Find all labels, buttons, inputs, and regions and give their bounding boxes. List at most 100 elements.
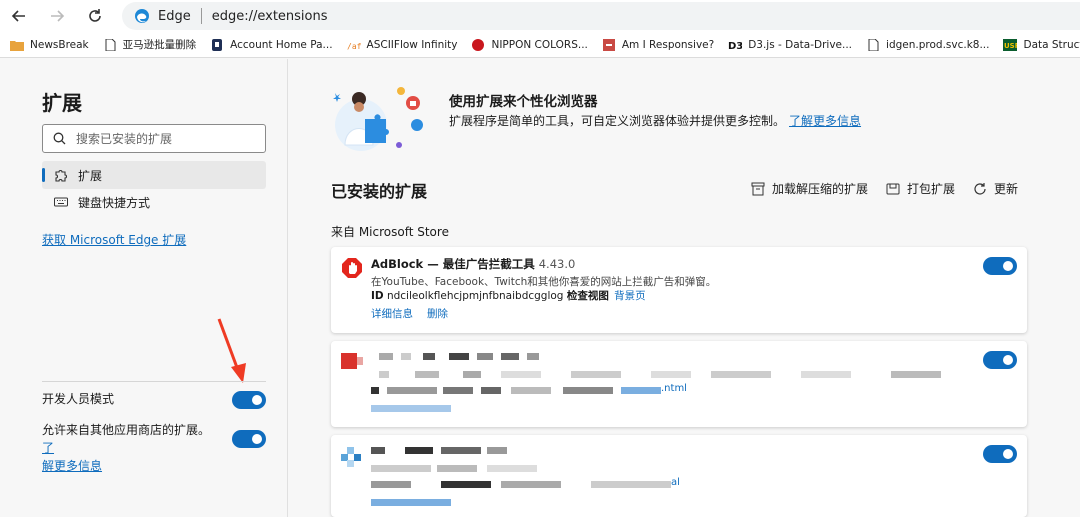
blurred-fragment: .ntml: [661, 383, 687, 394]
app-name: Edge: [158, 8, 191, 24]
sidebar-item-extensions[interactable]: 扩展: [42, 161, 266, 189]
personalize-illustration-icon: [333, 87, 423, 151]
extension-actions: 加载解压缩的扩展 打包扩展 更新: [733, 180, 1018, 197]
svg-text:/af\: /af\: [347, 42, 361, 51]
back-button[interactable]: [0, 0, 38, 32]
blurred-links: [371, 499, 451, 506]
url-text: edge://extensions: [211, 8, 328, 24]
extension-toggle[interactable]: [983, 445, 1017, 463]
sidebar-item-keyboard-shortcuts[interactable]: 键盘快捷方式: [42, 188, 266, 216]
forward-button[interactable]: [38, 0, 76, 32]
hero-title: 使用扩展来个性化浏览器: [449, 94, 598, 110]
main-content: 使用扩展来个性化浏览器 扩展程序是简单的工具，可自定义浏览器体验并提供更多控制。…: [289, 59, 1080, 517]
bookmarks-bar: NewsBreak 亚马逊批量删除 Account Home Pa... /af…: [0, 32, 1080, 58]
blurred-text: [481, 387, 501, 394]
blurred-text: [423, 353, 435, 360]
blurred-text: [371, 447, 385, 454]
blurred-text: [405, 447, 433, 454]
blurred-text: [379, 353, 393, 360]
bookmark-asciiflow[interactable]: /af\ ASCIIFlow Infinity: [347, 39, 458, 51]
details-link[interactable]: 详细信息: [371, 308, 413, 320]
nippon-icon: [472, 38, 485, 51]
address-bar[interactable]: Edge edge://extensions: [122, 2, 1080, 30]
page-icon: [868, 38, 879, 51]
extension-toggle[interactable]: [983, 257, 1017, 275]
bookmark-nippon-colors[interactable]: NIPPON COLORS...: [471, 38, 588, 51]
search-input[interactable]: [76, 131, 256, 146]
blurred-text: [487, 465, 537, 472]
remove-link[interactable]: 删除: [427, 308, 448, 320]
extension-description: 在YouTube、Facebook、Twitch和其他你喜爱的网站上拦截广告和弹…: [371, 276, 717, 288]
hero-description: 扩展程序是简单的工具，可自定义浏览器体验并提供更多控制。 了解更多信息: [449, 114, 862, 128]
bookmark-newsbreak[interactable]: NewsBreak: [10, 39, 89, 51]
dev-mode-toggle[interactable]: [232, 391, 266, 409]
usf-icon: USF: [1003, 38, 1018, 51]
sidebar-item-label: 键盘快捷方式: [78, 195, 151, 210]
blurred-text: [891, 371, 941, 378]
allow-other-stores-toggle[interactable]: [232, 430, 266, 448]
annotation-arrow-icon: [217, 318, 246, 383]
extension-card-blurred-2: al: [331, 435, 1027, 517]
sidebar-divider: [42, 381, 266, 382]
sidebar-title: 扩展: [42, 91, 82, 115]
adblock-logo-icon: [342, 258, 362, 278]
pack-extension-button[interactable]: 打包扩展: [886, 180, 955, 197]
blurred-text: [379, 371, 389, 378]
extension-card-adblock: AdBlock — 最佳广告拦截工具 4.43.0 在YouTube、Facebo…: [331, 247, 1027, 333]
installed-extensions-title: 已安装的扩展: [331, 182, 428, 201]
background-page-link[interactable]: 背景页: [614, 290, 646, 302]
sidebar-item-label: 扩展: [78, 168, 103, 183]
blurred-text: [371, 387, 379, 394]
search-box[interactable]: [42, 124, 266, 153]
svg-text:USF: USF: [1004, 42, 1017, 50]
bookmark-amazon-delete[interactable]: 亚马逊批量删除: [103, 37, 196, 52]
puzzle-icon: [55, 170, 67, 182]
hero-learn-more-link[interactable]: 了解更多信息: [789, 114, 861, 128]
bookmark-am-i-responsive[interactable]: Am I Responsive?: [602, 38, 714, 51]
blurred-text: [591, 481, 671, 488]
allow-other-stores-label: 允许来自其他应用商店的扩展。: [42, 423, 211, 437]
bookmark-d3js[interactable]: D3 D3.js - Data-Drive...: [728, 39, 852, 51]
extension-id: ndcileolkflehcjpmjnfbnaibdcgglog: [386, 290, 564, 302]
learn-more-link-part1[interactable]: 了: [42, 441, 54, 455]
blurred-text: [443, 387, 473, 394]
blurred-text: [449, 353, 469, 360]
blurred-text: [401, 353, 411, 360]
blurred-text: [511, 387, 551, 394]
extension-toggle[interactable]: [983, 351, 1017, 369]
blurred-text: [621, 387, 661, 394]
browser-toolbar: Edge edge://extensions: [0, 0, 1080, 32]
blurred-text: [571, 371, 621, 378]
blurred-text: [371, 481, 411, 488]
blurred-text: [711, 371, 771, 378]
archive-icon: [751, 182, 765, 195]
back-arrow-icon: [11, 10, 25, 22]
folder-icon: [10, 40, 24, 51]
sidebar: 扩展 扩展 键盘快捷方式 获取 Microsoft Edge 扩展 开发人员模式…: [0, 59, 288, 517]
bookmark-account-home[interactable]: Account Home Pa...: [210, 38, 333, 51]
bookmark-data-structure-vis[interactable]: USF Data Structure Vis...: [1003, 38, 1080, 51]
dev-mode-label: 开发人员模式: [42, 392, 115, 406]
learn-more-link-part2[interactable]: 解更多信息: [42, 459, 102, 473]
load-unpacked-button[interactable]: 加载解压缩的扩展: [751, 180, 868, 197]
extension-id-row: ID ndcileolkflehcjpmjnfbnaibdcgglog 检查视图…: [371, 290, 646, 302]
blurred-text: [441, 447, 481, 454]
blurred-text: [441, 481, 491, 488]
page-icon: [105, 38, 116, 51]
bookmark-idgen[interactable]: idgen.prod.svc.k8...: [866, 38, 989, 51]
extension-logo-icon: [341, 353, 363, 369]
from-store-label: 来自 Microsoft Store: [331, 225, 449, 239]
address-separator: [200, 8, 202, 24]
refresh-icon: [89, 9, 101, 22]
blurred-text: [527, 353, 539, 360]
blurred-text: [501, 481, 561, 488]
blurred-text: [563, 387, 613, 394]
extension-logo-icon: [341, 447, 361, 467]
extension-version: 4.43.0: [538, 257, 576, 271]
blurred-links: [371, 405, 451, 412]
blurred-text: [463, 371, 481, 378]
refresh-button[interactable]: [76, 0, 114, 32]
bookmark-icon: [212, 38, 223, 51]
update-button[interactable]: 更新: [973, 180, 1018, 197]
get-extensions-link[interactable]: 获取 Microsoft Edge 扩展: [42, 231, 186, 248]
